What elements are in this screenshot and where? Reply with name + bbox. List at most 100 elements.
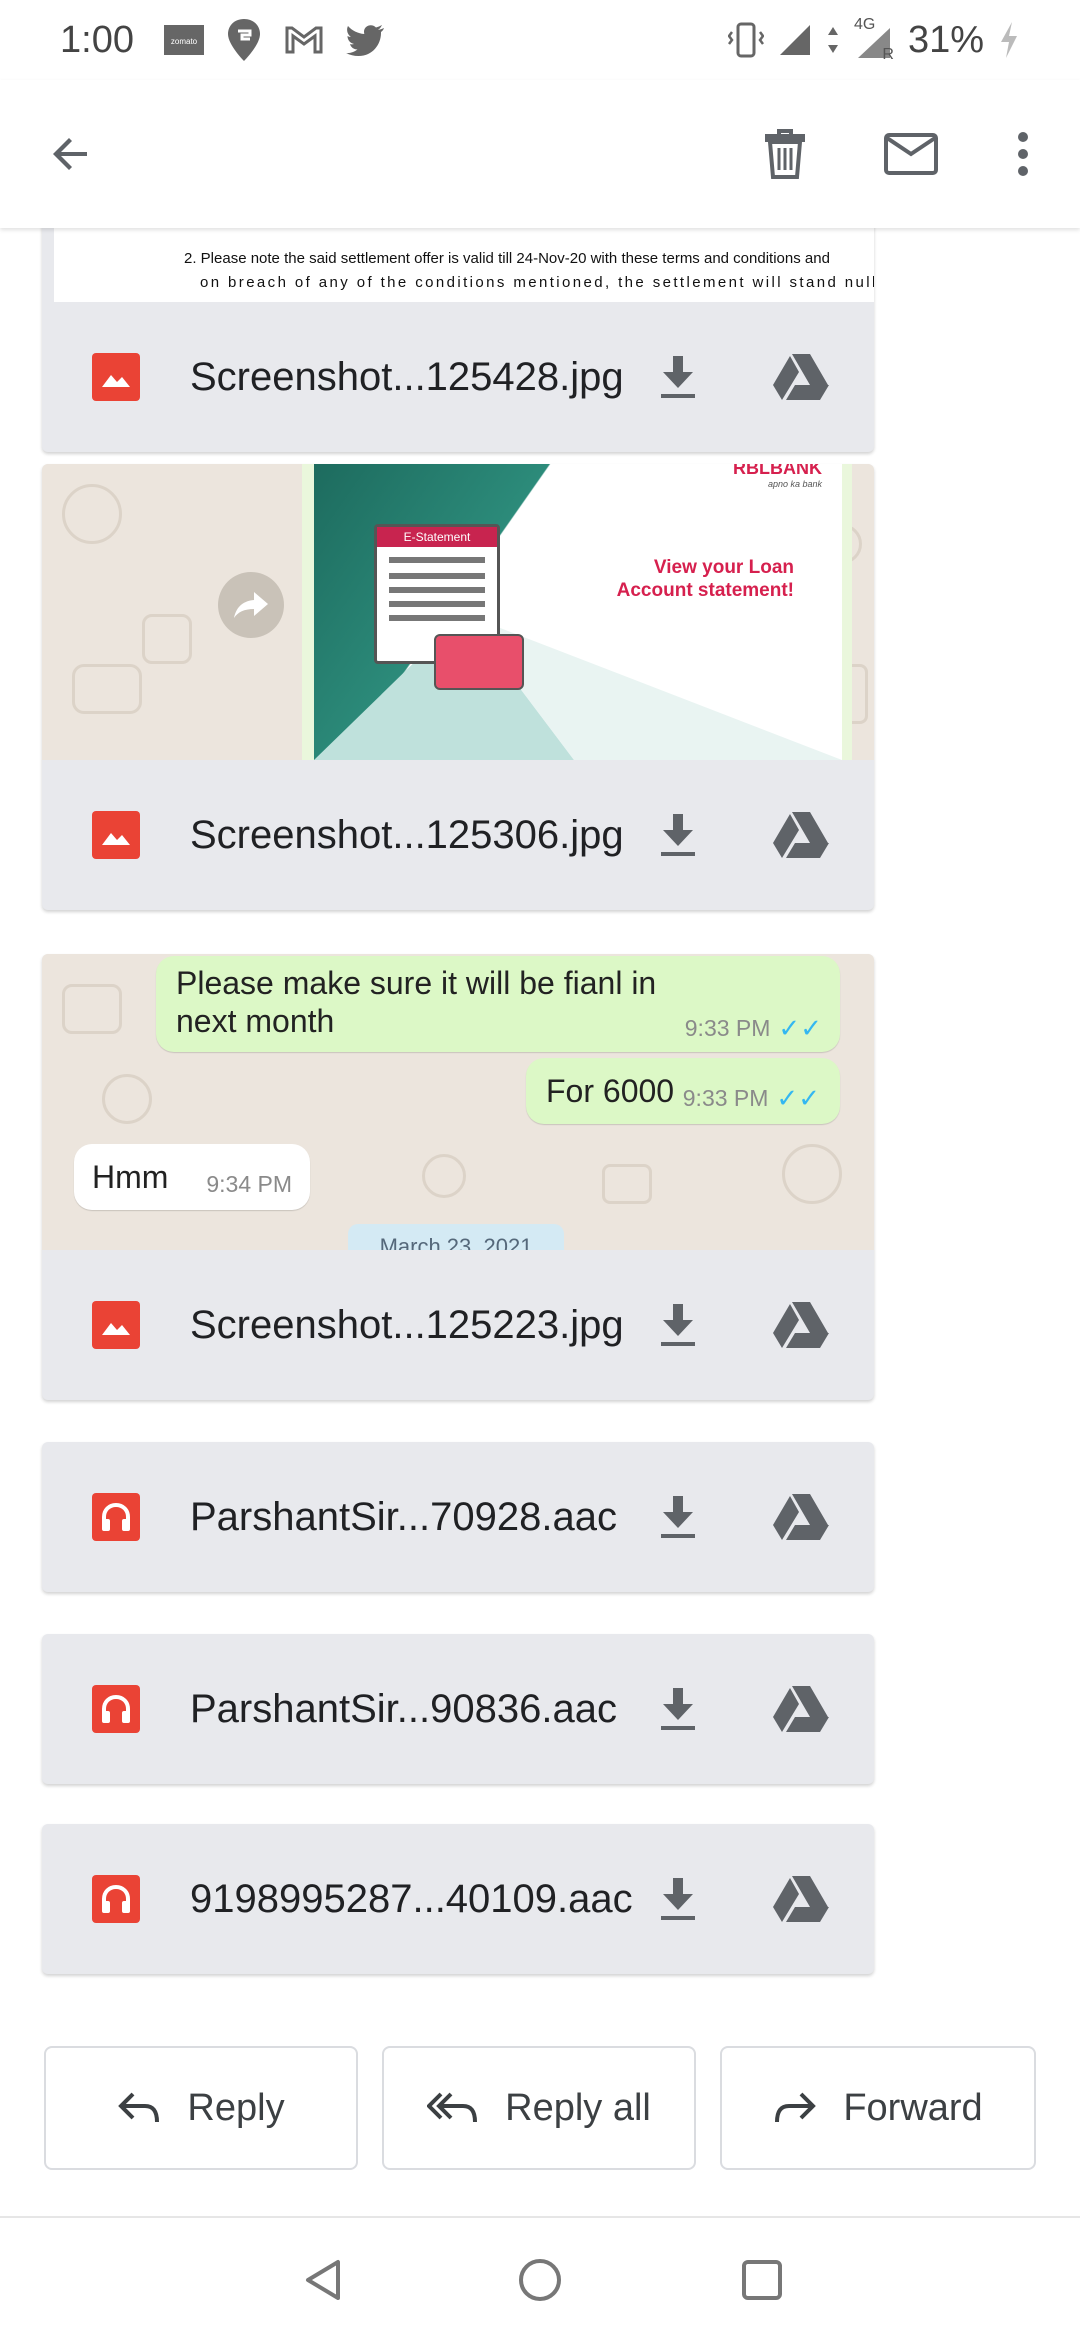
download-icon: [661, 1688, 695, 1730]
data-arrows-icon: [826, 25, 840, 55]
chat-message-time: 9:33 PM: [682, 1084, 769, 1111]
nav-recents-button[interactable]: [730, 2248, 794, 2312]
google-drive-icon: [773, 1876, 829, 1922]
triangle-back-icon: [306, 2260, 340, 2300]
preview-text-line: 2. Please note the said settlement offer…: [184, 250, 830, 267]
status-bar: 1:00 zomato 4G R 31%: [0, 0, 1080, 80]
mark-unread-button[interactable]: [856, 80, 966, 228]
gmail-icon: [284, 25, 324, 55]
attachment-card[interactable]: RBLBANK apno ka bank E-Statement View yo…: [42, 464, 874, 910]
message-body: 2. Please note the said settlement offer…: [0, 228, 1080, 2216]
attachment-preview[interactable]: RBLBANK apno ka bank E-Statement View yo…: [42, 464, 874, 760]
chat-message-text: Please make sure it will be fianl in nex…: [176, 965, 657, 1039]
attachment-card[interactable]: Please make sure it will be fianl in nex…: [42, 954, 874, 1400]
bank-logo: RBLBANK apno ka bank: [733, 464, 822, 489]
zomato-icon: zomato: [163, 23, 204, 57]
promo-headline: View your Loan Account statement!: [616, 557, 794, 601]
reply-icon: [118, 2092, 160, 2123]
attachment-card[interactable]: 2. Please note the said settlement offer…: [42, 228, 874, 452]
attachment-name: Screenshot...125306.jpg: [190, 813, 624, 857]
charging-icon: [998, 20, 1020, 60]
twitter-icon: [345, 24, 386, 56]
google-drive-icon: [773, 812, 829, 858]
download-button[interactable]: [646, 1485, 710, 1549]
battery-percent: 31%: [907, 18, 984, 61]
chat-message-time: 9:33 PM: [684, 1015, 771, 1041]
status-time: 1:00: [60, 18, 134, 61]
download-icon: [661, 814, 695, 856]
preview-text-line: on breach of any of the conditions menti…: [200, 274, 874, 291]
chat-bubble-incoming: Hmm 9:34 PM: [74, 1144, 310, 1210]
image-file-icon: [92, 353, 140, 401]
more-options-button[interactable]: [968, 80, 1078, 228]
wallpaper-doodle: [142, 614, 192, 664]
attachment-name: 9198995287...40109.aac: [190, 1877, 633, 1921]
chat-bubble-outgoing: For 6000 9:33 PM ✓✓: [526, 1058, 840, 1124]
nav-home-button[interactable]: [508, 2248, 572, 2312]
delete-button[interactable]: [730, 80, 840, 228]
save-to-drive-button[interactable]: [764, 1485, 838, 1549]
message-toolbar: [0, 80, 1080, 228]
system-status-icons: 4G R 31%: [727, 16, 1020, 63]
reply-all-icon: [427, 2092, 478, 2123]
zomato-icon-label: zomato: [171, 37, 198, 46]
download-button[interactable]: [646, 345, 710, 409]
document-preview: 2. Please note the said settlement offer…: [54, 228, 874, 302]
swiggy-icon: [226, 17, 262, 63]
reply-button[interactable]: Reply: [44, 2046, 358, 2170]
save-to-drive-button[interactable]: [764, 1867, 838, 1931]
audio-file-icon: [92, 1875, 140, 1923]
attachment-bar: Screenshot...125306.jpg: [42, 760, 874, 910]
mark-unread-icon: [884, 133, 938, 175]
download-icon: [661, 1304, 695, 1346]
attachment-bar: ParshantSir...70928.aac: [42, 1442, 874, 1592]
chat-message-time: 9:34 PM: [206, 1170, 292, 1197]
attachment-bar: 9198995287...40109.aac: [42, 1824, 874, 1974]
date-chip: March 23, 2021: [348, 1224, 564, 1250]
attachment-card[interactable]: ParshantSir...70928.aac: [42, 1442, 874, 1592]
download-icon: [661, 1496, 695, 1538]
attachment-preview[interactable]: 2. Please note the said settlement offer…: [42, 228, 874, 302]
download-button[interactable]: [646, 1677, 710, 1741]
google-drive-icon: [773, 354, 829, 400]
google-drive-icon: [773, 1302, 829, 1348]
audio-file-icon: [92, 1685, 140, 1733]
save-to-drive-button[interactable]: [764, 345, 838, 409]
forward-arrow-icon: [775, 2092, 817, 2123]
save-to-drive-button[interactable]: [764, 1293, 838, 1357]
forward-icon: [218, 572, 284, 638]
download-icon: [661, 1878, 695, 1920]
forward-button[interactable]: Forward: [720, 2046, 1036, 2170]
attachment-preview[interactable]: Please make sure it will be fianl in nex…: [42, 954, 874, 1250]
credit-card-graphic: [434, 634, 524, 690]
network-type-label: 4G: [853, 16, 876, 33]
square-recents-icon: [742, 2260, 782, 2300]
google-drive-icon: [773, 1494, 829, 1540]
wallpaper-doodle: [102, 1074, 152, 1124]
wallpaper-doodle: [422, 1154, 466, 1198]
attachment-card[interactable]: ParshantSir...90836.aac: [42, 1634, 874, 1784]
download-button[interactable]: [646, 1293, 710, 1357]
attachment-bar: Screenshot...125223.jpg: [42, 1250, 874, 1400]
download-icon: [661, 356, 695, 398]
wallpaper-doodle: [62, 984, 122, 1034]
vibrate-icon: [727, 20, 764, 60]
download-button[interactable]: [646, 1867, 710, 1931]
reply-actions: Reply Reply all Forward: [0, 2046, 1080, 2196]
bank-tagline: apno ka bank: [767, 479, 822, 489]
save-to-drive-button[interactable]: [764, 803, 838, 867]
system-nav-bar: [0, 2216, 1080, 2340]
more-vert-icon: [1018, 132, 1028, 176]
nav-back-button[interactable]: [292, 2248, 356, 2312]
download-button[interactable]: [646, 803, 710, 867]
reply-all-button[interactable]: Reply all: [382, 2046, 696, 2170]
chat-message-text: Hmm: [92, 1158, 169, 1195]
wallpaper-doodle: [602, 1164, 652, 1204]
image-preview: RBLBANK apno ka bank E-Statement View yo…: [302, 464, 852, 760]
back-button[interactable]: [16, 80, 126, 228]
audio-file-icon: [92, 1493, 140, 1541]
attachment-card[interactable]: 9198995287...40109.aac: [42, 1824, 874, 1974]
wallpaper-doodle: [72, 664, 142, 714]
save-to-drive-button[interactable]: [764, 1677, 838, 1741]
attachment-name: ParshantSir...90836.aac: [190, 1687, 617, 1731]
